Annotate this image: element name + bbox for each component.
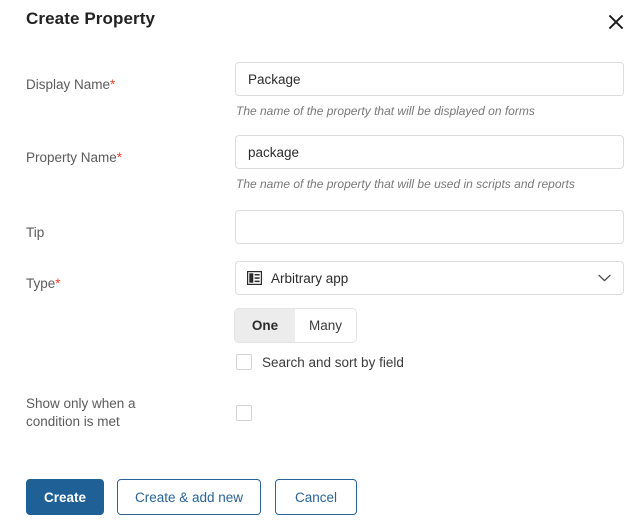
condition-label-line1: Show only when a	[26, 396, 136, 411]
field-row-property-name: Property Name* The name of the property …	[0, 135, 640, 195]
type-select-value: Arbitrary app	[271, 270, 349, 286]
property-name-label: Property Name*	[26, 149, 221, 167]
type-select[interactable]: Arbitrary app	[235, 261, 624, 295]
field-row-tip: Tip	[0, 210, 640, 250]
create-add-new-button[interactable]: Create & add new	[117, 479, 261, 515]
search-sort-label: Search and sort by field	[262, 354, 404, 370]
chevron-down-icon	[591, 274, 617, 282]
cardinality-option-many[interactable]: Many	[295, 309, 357, 342]
dialog-header: Create Property	[0, 0, 640, 48]
field-row-type: Type* Arbitrary app	[0, 261, 640, 301]
cardinality-option-one[interactable]: One	[235, 309, 295, 342]
dialog-footer: Create Create & add new Cancel	[0, 479, 640, 519]
tip-label: Tip	[26, 225, 45, 240]
display-name-input[interactable]	[235, 62, 624, 96]
condition-label: Show only when a condition is met	[26, 395, 221, 431]
cardinality-segmented-control[interactable]: One Many	[235, 309, 357, 342]
app-card-icon	[247, 271, 262, 285]
close-icon[interactable]	[602, 8, 630, 36]
display-name-label: Display Name*	[26, 76, 221, 94]
field-row-condition: Show only when a condition is met	[0, 395, 640, 435]
required-asterisk: *	[110, 77, 116, 92]
condition-label-line2: condition is met	[26, 414, 120, 429]
required-asterisk: *	[116, 150, 123, 165]
property-name-input[interactable]	[235, 135, 624, 169]
search-sort-row: Search and sort by field	[236, 354, 404, 370]
page-title: Create Property	[26, 9, 156, 28]
display-name-label-text: Display Name	[26, 77, 111, 92]
type-label: Type*	[26, 275, 221, 293]
create-button[interactable]: Create	[26, 479, 104, 515]
type-select-value-wrap: Arbitrary app	[236, 271, 591, 286]
property-name-label-text: Property Name	[26, 150, 117, 165]
display-name-helper: The name of the property that will be di…	[236, 104, 535, 118]
condition-checkbox[interactable]	[236, 405, 252, 421]
tip-input[interactable]	[235, 210, 624, 244]
type-label-text: Type	[26, 276, 56, 291]
required-asterisk: *	[55, 276, 61, 291]
field-row-display-name: Display Name* The name of the property t…	[0, 62, 640, 122]
search-sort-checkbox[interactable]	[236, 354, 252, 370]
cancel-button[interactable]: Cancel	[275, 479, 357, 515]
property-name-helper: The name of the property that will be us…	[236, 177, 575, 191]
